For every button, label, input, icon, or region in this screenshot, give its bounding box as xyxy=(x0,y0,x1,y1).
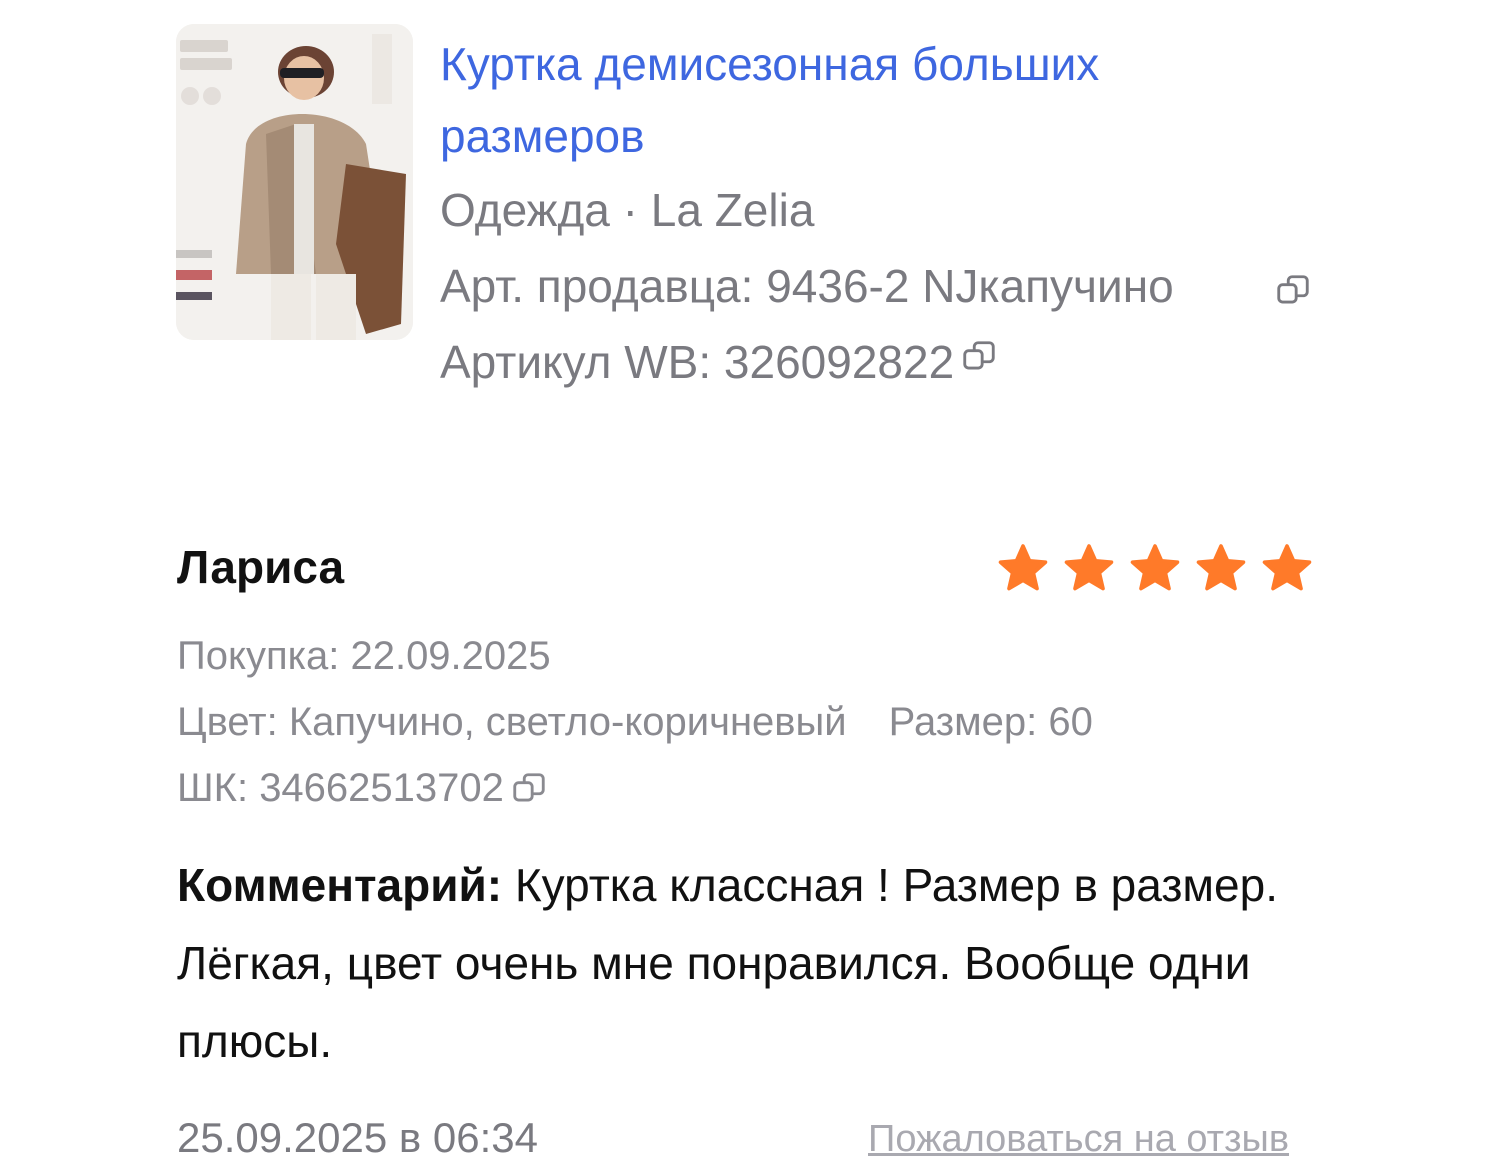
wb-article: Артикул WB: 326092822 xyxy=(440,336,955,388)
review-date: 25.09.2025 в 06:34 xyxy=(177,1114,538,1161)
comment-label: Комментарий: xyxy=(177,859,503,911)
sku-info: ШК: 34662513702 xyxy=(177,766,504,810)
star-icon xyxy=(1192,540,1250,598)
sku-row: ШК: 34662513702 xyxy=(177,766,548,811)
size-info: Размер: 60 xyxy=(888,700,1093,744)
star-icon xyxy=(994,540,1052,598)
purchase-date: Покупка: 22.09.2025 xyxy=(177,634,551,678)
review-card: Куртка демисезонная больших размеров Оде… xyxy=(0,0,1500,1173)
copy-icon[interactable] xyxy=(510,770,548,808)
rating-stars xyxy=(994,540,1316,598)
star-icon xyxy=(1258,540,1316,598)
report-review-link[interactable]: Пожаловаться на отзыв xyxy=(868,1118,1289,1161)
color-info: Цвет: Капучино, светло-коричневый xyxy=(177,700,847,744)
star-icon xyxy=(1126,540,1184,598)
seller-article: Арт. продавца: 9436-2 NJкапучино xyxy=(440,260,1174,312)
copy-icon[interactable] xyxy=(960,338,998,376)
product-image[interactable] xyxy=(176,24,413,340)
copy-icon[interactable] xyxy=(1274,272,1312,310)
review-comment: Комментарий: Куртка классная ! Размер в … xyxy=(177,846,1327,1080)
reviewer-name: Лариса xyxy=(177,541,345,593)
product-title-link[interactable]: Куртка демисезонная больших размеров xyxy=(440,28,1260,172)
category-brand: Одежда · La Zelia xyxy=(440,184,815,236)
star-icon xyxy=(1060,540,1118,598)
product-info: Куртка демисезонная больших размеров Оде… xyxy=(440,28,1320,400)
variant-info: Цвет: Капучино, светло-коричневый Размер:… xyxy=(177,700,1093,745)
product-photo xyxy=(176,24,413,340)
